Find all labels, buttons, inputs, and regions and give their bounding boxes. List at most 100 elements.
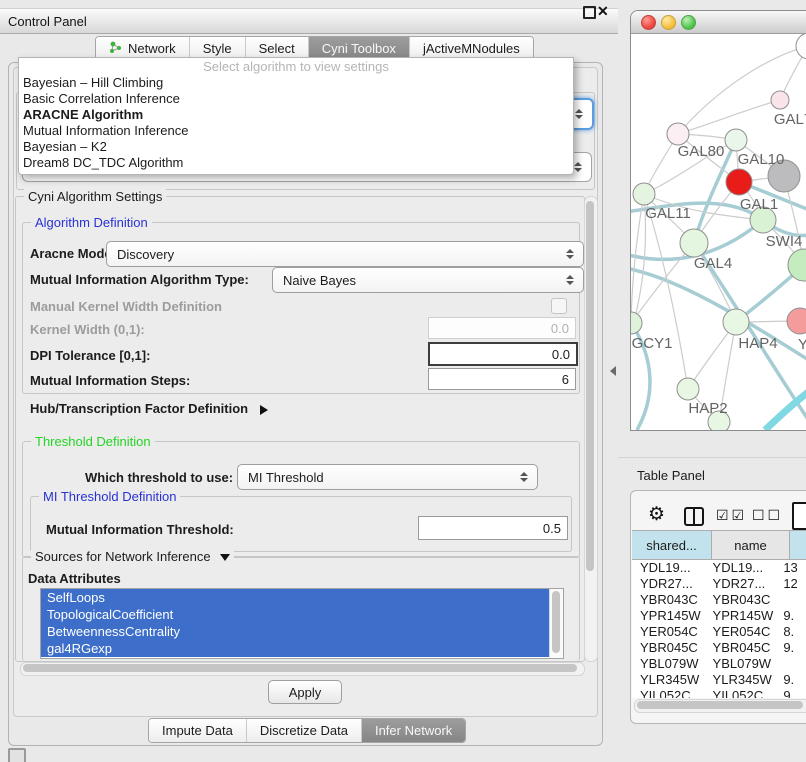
- close-button[interactable]: [641, 15, 656, 30]
- table-cell[interactable]: YBL079W: [705, 656, 776, 672]
- table-cell[interactable]: YBR043C: [705, 592, 776, 608]
- column-header-shared-name[interactable]: shared...: [632, 531, 712, 559]
- table-cell[interactable]: 13: [775, 560, 806, 576]
- checked-boxes-icon[interactable]: ☑☑: [716, 507, 747, 524]
- network-canvas[interactable]: GAL7GAL80GAL10GAL1GAL11SWI4GAL4GCY1HAP4Y…: [631, 34, 806, 430]
- aracne-mode-combobox[interactable]: Discovery: [106, 241, 584, 267]
- network-node-label: GCY1: [632, 335, 673, 352]
- tab-discretize-data[interactable]: Discretize Data: [246, 719, 361, 742]
- table-cell[interactable]: 9.: [775, 640, 806, 656]
- document-icon[interactable]: [792, 502, 806, 530]
- mi-type-combobox[interactable]: Naive Bayes: [272, 267, 584, 293]
- list-item[interactable]: gal4RGexp: [41, 640, 555, 657]
- table-row[interactable]: YIL052CYIL052C9.: [632, 688, 806, 698]
- popup-item-basic-correlation[interactable]: Basic Correlation Inference: [19, 91, 573, 107]
- network-edge[interactable]: [644, 194, 688, 389]
- zoom-button[interactable]: [681, 15, 696, 30]
- apply-button[interactable]: Apply: [268, 680, 342, 704]
- table-cell[interactable]: YIL052C: [705, 688, 776, 698]
- popup-item-dream8[interactable]: Dream8 DC_TDC Algorithm: [19, 155, 573, 171]
- table-row[interactable]: YER054CYER054C8.: [632, 624, 806, 640]
- scrollbar-thumb[interactable]: [586, 201, 594, 571]
- network-node-gal7[interactable]: [771, 91, 789, 109]
- table-row[interactable]: YDR27...YDR27...12: [632, 576, 806, 592]
- table-cell[interactable]: YLR345W: [632, 672, 705, 688]
- network-node-gal4[interactable]: [680, 229, 708, 257]
- popup-item-mutual-information[interactable]: Mutual Information Inference: [19, 123, 573, 139]
- table-cell[interactable]: YBR045C: [632, 640, 705, 656]
- manual-kernel-checkbox[interactable]: [551, 298, 567, 314]
- table-cell[interactable]: YIL052C: [632, 688, 705, 698]
- table-horizontal-scrollbar[interactable]: [634, 699, 806, 713]
- table-cell[interactable]: YER054C: [705, 624, 776, 640]
- table-row[interactable]: YLR345WYLR345W9.: [632, 672, 806, 688]
- table-cell[interactable]: 9.: [775, 608, 806, 624]
- table-cell[interactable]: 9.: [775, 672, 806, 688]
- table-row[interactable]: YPR145WYPR145W9.: [632, 608, 806, 624]
- panel-collapse-arrow-icon[interactable]: [610, 366, 616, 376]
- table-cell[interactable]: YDR27...: [705, 576, 776, 592]
- network-node-hap4[interactable]: [723, 309, 749, 335]
- table-cell[interactable]: [775, 656, 806, 672]
- gear-icon[interactable]: ⚙: [648, 503, 665, 526]
- table-row[interactable]: YBR043CYBR043C: [632, 592, 806, 608]
- group-title: MI Threshold Definition: [39, 489, 180, 504]
- unchecked-boxes-icon[interactable]: ☐☐: [752, 507, 783, 524]
- column-header-partial[interactable]: [790, 531, 806, 559]
- column-header-name[interactable]: name: [712, 531, 790, 559]
- table-row[interactable]: YBR045CYBR045C9.: [632, 640, 806, 656]
- table-cell[interactable]: YPR145W: [705, 608, 776, 624]
- settings-vertical-scrollbar[interactable]: [584, 196, 598, 662]
- table-cell[interactable]: YDL19...: [632, 560, 705, 576]
- popup-item-bayesian-hill-climbing[interactable]: Bayesian – Hill Climbing: [19, 75, 573, 91]
- split-columns-icon[interactable]: [684, 507, 704, 526]
- network-node-gal1[interactable]: [726, 169, 752, 195]
- popup-item-aracne[interactable]: ARACNE Algorithm: [19, 107, 573, 123]
- table-cell[interactable]: YBL079W: [632, 656, 705, 672]
- table-cell[interactable]: 12: [775, 576, 806, 592]
- list-item[interactable]: SelfLoops: [41, 589, 555, 606]
- scrollbar-thumb[interactable]: [637, 701, 803, 709]
- table-row[interactable]: YBL079WYBL079W: [632, 656, 806, 672]
- settings-horizontal-scrollbar[interactable]: [20, 662, 585, 676]
- list-item[interactable]: BetweennessCentrality: [41, 623, 555, 640]
- table-cell[interactable]: YDL19...: [705, 560, 776, 576]
- table-row[interactable]: YDL19...YDL19...13: [632, 560, 806, 576]
- close-icon[interactable]: ✕: [597, 3, 609, 20]
- table-cell[interactable]: YER054C: [632, 624, 705, 640]
- dpi-tolerance-field[interactable]: 0.0: [428, 342, 578, 366]
- table-cell[interactable]: YBR043C: [632, 592, 705, 608]
- network-node-gal11[interactable]: [633, 183, 655, 205]
- tab-infer-network[interactable]: Infer Network: [361, 719, 465, 742]
- minimize-button[interactable]: [661, 15, 676, 30]
- network-node-y[interactable]: [787, 308, 806, 334]
- table-cell[interactable]: YDR27...: [632, 576, 705, 592]
- scrollbar-thumb[interactable]: [552, 591, 560, 653]
- table-cell[interactable]: 9.: [775, 688, 806, 698]
- minimized-panel-icon[interactable]: [8, 748, 26, 762]
- combo-value: Discovery: [117, 247, 174, 262]
- popup-item-bayesian-k2[interactable]: Bayesian – K2: [19, 139, 573, 155]
- list-item[interactable]: TopologicalCoefficient: [41, 606, 555, 623]
- kernel-width-field[interactable]: 0.0: [428, 317, 576, 339]
- network-node[interactable]: [796, 34, 806, 59]
- sources-group-title[interactable]: Sources for Network Inference: [31, 549, 234, 564]
- scrollbar-thumb[interactable]: [23, 664, 577, 672]
- which-threshold-combobox[interactable]: MI Threshold: [237, 464, 538, 490]
- list-vertical-scrollbar[interactable]: [549, 589, 563, 658]
- float-window-icon[interactable]: [583, 6, 596, 19]
- tab-impute-data[interactable]: Impute Data: [149, 719, 246, 742]
- network-edge[interactable]: [631, 243, 694, 323]
- table-cell[interactable]: YLR345W: [705, 672, 776, 688]
- network-node-gal10[interactable]: [725, 129, 747, 151]
- network-node-hap2[interactable]: [677, 378, 699, 400]
- mi-steps-field[interactable]: 6: [428, 368, 576, 390]
- network-node-gcy1[interactable]: [631, 312, 642, 334]
- network-node-gal80[interactable]: [667, 123, 689, 145]
- table-cell[interactable]: YPR145W: [632, 608, 705, 624]
- table-cell[interactable]: [775, 592, 806, 608]
- table-cell[interactable]: 8.: [775, 624, 806, 640]
- hub-definition-expander[interactable]: Hub/Transcription Factor Definition: [30, 401, 268, 416]
- table-cell[interactable]: YBR045C: [705, 640, 776, 656]
- mi-threshold-field[interactable]: 0.5: [418, 516, 568, 540]
